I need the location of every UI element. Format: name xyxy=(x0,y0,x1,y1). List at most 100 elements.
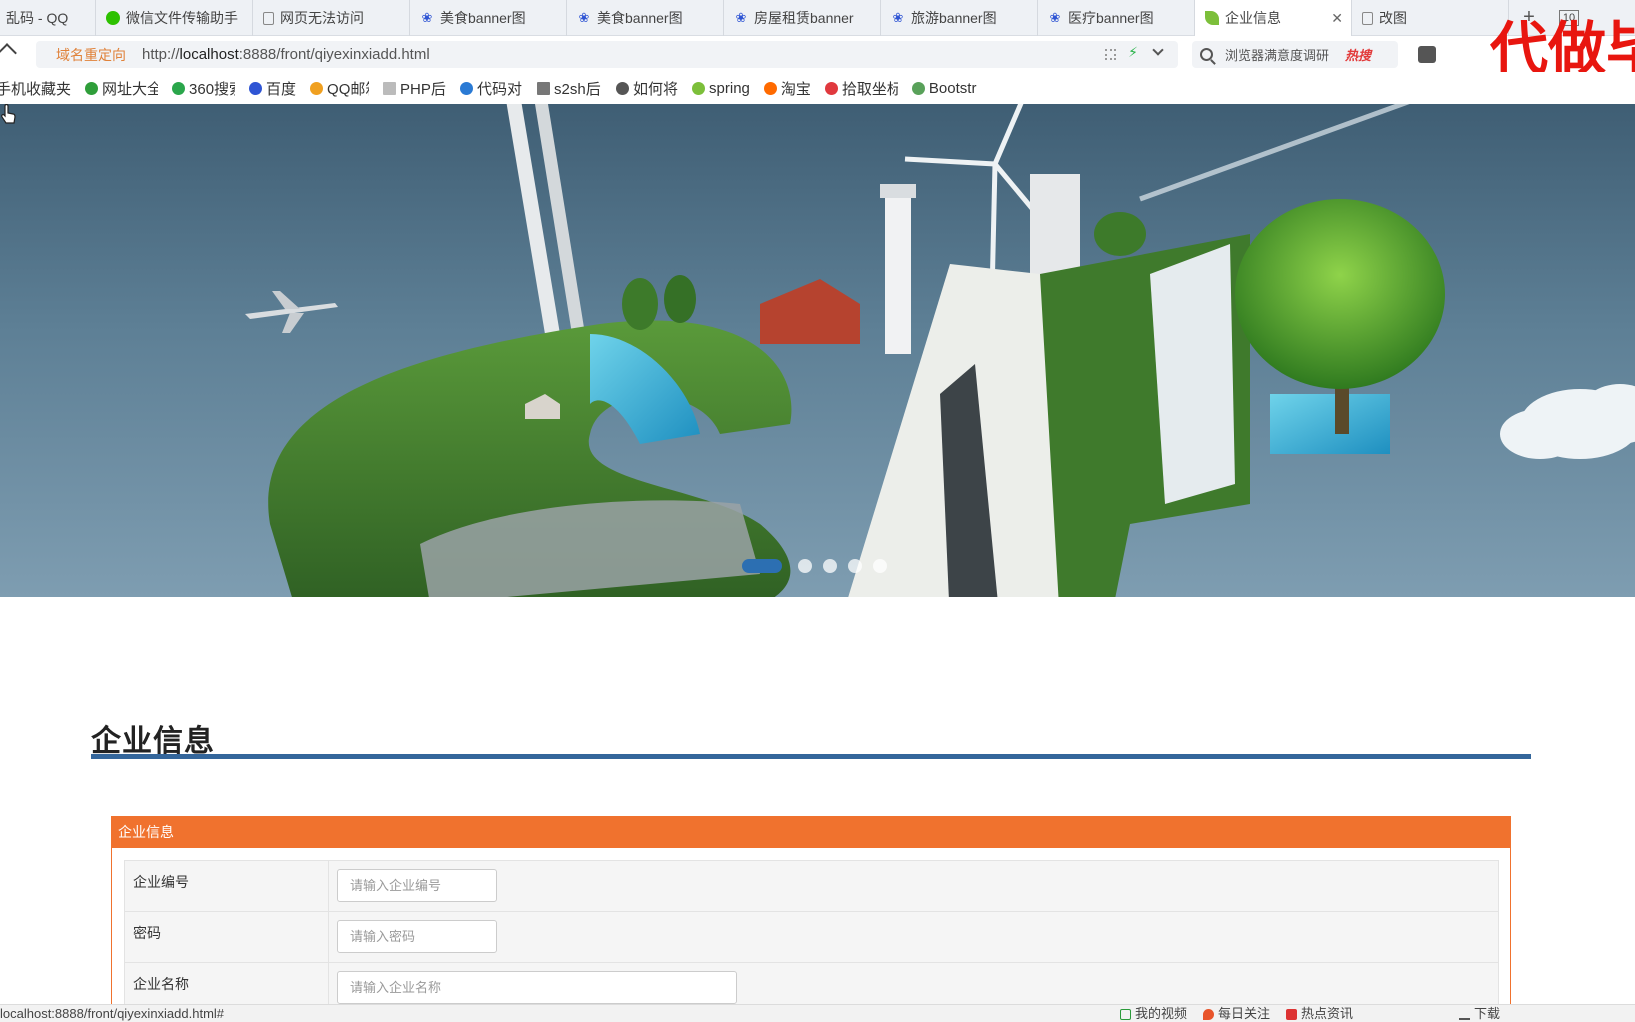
carousel-dot[interactable] xyxy=(873,559,887,573)
bookmark-item[interactable]: 淘宝 xyxy=(763,78,811,99)
bookmark-item[interactable]: Bootstrap xyxy=(911,80,977,97)
bookmark-icon xyxy=(383,81,397,95)
bookmark-label: 如何将 xyxy=(633,80,679,98)
hot-news-button[interactable]: 热点资讯 xyxy=(1286,1005,1353,1022)
company-name-input[interactable] xyxy=(337,971,737,1004)
panel-heading: 企业信息 xyxy=(112,817,1510,848)
browser-tab-strip: 乱码 - QQ 微信文件传输助手 网页无法访问 ❀ 美食banner图 ❀ 美食… xyxy=(0,0,1635,36)
airplane-shape xyxy=(245,291,338,333)
bookmark-icon xyxy=(616,81,630,95)
carousel-dot-active[interactable] xyxy=(742,559,782,573)
bookmark-item[interactable]: s2sh后台 xyxy=(537,78,602,99)
carousel-indicators xyxy=(742,559,898,573)
tab-title: 企业信息 xyxy=(1225,10,1281,26)
hand-cursor-icon xyxy=(1,104,16,124)
tab-title: 旅游banner图 xyxy=(911,10,997,26)
tab-title: 美食banner图 xyxy=(440,10,526,26)
baidu-paw-icon: ❀ xyxy=(1049,10,1061,25)
baidu-paw-icon: ❀ xyxy=(578,10,590,25)
password-input[interactable] xyxy=(337,920,497,953)
carousel-dot[interactable] xyxy=(848,559,862,573)
flame-icon xyxy=(1203,1008,1215,1020)
hero-banner-carousel[interactable] xyxy=(0,104,1635,597)
tab-title: 网页无法访问 xyxy=(280,10,364,26)
bookmark-label: PHP后台 xyxy=(400,80,446,98)
bookmark-label: 淘宝 xyxy=(780,80,811,98)
download-button[interactable]: 下载 xyxy=(1459,1005,1500,1022)
bookmark-icon xyxy=(172,81,186,95)
bookmark-item[interactable]: 百度 xyxy=(249,78,296,99)
download-icon xyxy=(1459,1009,1471,1020)
qr-code-icon[interactable] xyxy=(1105,49,1116,60)
bookmark-item[interactable]: QQ邮箱 xyxy=(310,78,369,99)
redirect-label: 域名重定向 xyxy=(56,46,126,63)
bookmark-item[interactable]: 代码对比 xyxy=(460,78,523,99)
url-path: :8888/front/qiyexinxiadd.html xyxy=(238,46,430,63)
browser-tab[interactable]: 网页无法访问 xyxy=(253,0,410,36)
bookmark-item[interactable]: 拾取坐标 xyxy=(824,78,898,99)
browser-tab[interactable]: ❀ 医疗banner图 xyxy=(1038,0,1195,36)
tab-title: 改图 xyxy=(1379,10,1407,26)
browser-tab[interactable]: ❀ 房屋租赁banner xyxy=(724,0,881,36)
daily-follow-button[interactable]: 每日关注 xyxy=(1203,1005,1270,1022)
chevron-down-icon[interactable] xyxy=(1152,44,1164,56)
bookmark-item[interactable]: 手机收藏夹 xyxy=(0,78,71,99)
browser-tab[interactable]: ❀ 旅游banner图 xyxy=(881,0,1038,36)
status-tools: 我的视频 每日关注 热点资讯 下载 xyxy=(1120,1005,1516,1022)
bookmark-label: 拾取坐标 xyxy=(841,80,898,98)
bookmark-item[interactable]: spring xyxy=(692,80,750,97)
tab-title: 房屋租赁banner xyxy=(754,10,854,26)
company-info-panel: 企业信息 企业编号 密码 企业名称 xyxy=(111,816,1511,1022)
bookmarks-bar: 手机收藏夹 网址大全 360搜索 百度 QQ邮箱 PHP后台 代码对比 s2sh… xyxy=(0,72,1635,104)
home-icon[interactable] xyxy=(0,44,20,64)
address-bar[interactable]: 域名重定向 http://localhost:8888/front/qiyexi… xyxy=(36,41,1178,68)
url-text[interactable]: http://localhost:8888/front/qiyexinxiadd… xyxy=(142,46,430,63)
bookmark-label: 百度 xyxy=(266,80,297,98)
close-tab-icon[interactable]: ✕ xyxy=(1331,10,1343,27)
map-pin-icon xyxy=(824,81,838,95)
url-host: localhost xyxy=(179,46,239,63)
carousel-dot[interactable] xyxy=(798,559,812,573)
tab-title: 乱码 - QQ xyxy=(6,10,69,26)
bookmark-icon xyxy=(85,81,99,95)
hot-search-badge[interactable]: 热搜 xyxy=(1345,45,1371,64)
lightning-icon[interactable]: ⚡ xyxy=(1128,44,1138,61)
form-row: 密码 xyxy=(124,911,1499,963)
address-toolbar: 域名重定向 http://localhost:8888/front/qiyexi… xyxy=(0,36,1635,72)
field-label: 企业编号 xyxy=(124,860,329,912)
extension-icon[interactable] xyxy=(1418,46,1436,63)
tab-title: 医疗banner图 xyxy=(1068,10,1154,26)
company-form-table: 企业编号 密码 企业名称 xyxy=(124,860,1499,1014)
bookmark-icon xyxy=(911,81,925,95)
baidu-paw-icon: ❀ xyxy=(892,10,904,25)
browser-tab-active[interactable]: 企业信息 ✕ xyxy=(1195,0,1352,36)
bookmark-label: 360搜索 xyxy=(189,80,235,98)
company-id-input[interactable] xyxy=(337,869,497,902)
browser-tab[interactable]: 微信文件传输助手 xyxy=(96,0,253,36)
browser-tab[interactable]: ❀ 美食banner图 xyxy=(567,0,724,36)
bookmark-item[interactable]: 网址大全 xyxy=(85,78,158,99)
browser-status-bar: localhost:8888/front/qiyexinxiadd.html# … xyxy=(0,1004,1635,1022)
field-cell xyxy=(328,860,1499,912)
bookmark-label: spring xyxy=(709,79,750,97)
tree-shape xyxy=(1235,199,1445,389)
status-label: 我的视频 xyxy=(1135,1006,1188,1021)
carousel-dot[interactable] xyxy=(823,559,837,573)
page-icon xyxy=(263,11,274,25)
url-scheme: http:// xyxy=(142,46,180,63)
browser-tab[interactable]: ❀ 美食banner图 xyxy=(410,0,567,36)
my-videos-button[interactable]: 我的视频 xyxy=(1120,1005,1187,1022)
browser-tab[interactable]: 乱码 - QQ xyxy=(0,0,96,36)
play-icon xyxy=(1120,1008,1131,1020)
page-icon xyxy=(1362,11,1373,25)
bookmark-item[interactable]: PHP后台 xyxy=(383,78,446,99)
bookmark-item[interactable]: 360搜索 xyxy=(172,78,235,99)
status-label: 下载 xyxy=(1474,1006,1501,1021)
field-cell xyxy=(328,911,1499,963)
search-box[interactable]: 浏览器满意度调研 热搜 xyxy=(1192,41,1398,68)
bookmark-icon xyxy=(310,81,324,95)
leaf-icon xyxy=(1205,11,1219,25)
bookmark-item[interactable]: 如何将 xyxy=(616,78,678,99)
browser-tab[interactable]: 改图 xyxy=(1352,0,1509,36)
bookmark-icon xyxy=(460,81,474,95)
